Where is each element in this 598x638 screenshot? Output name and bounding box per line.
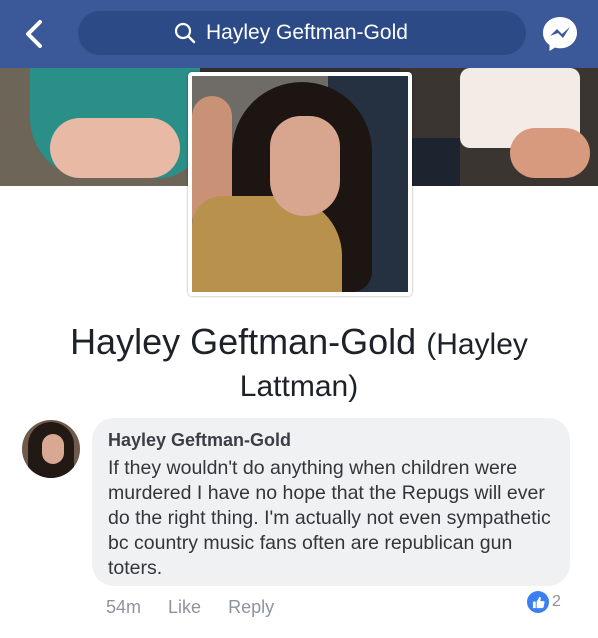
profile-name-block: Hayley Geftman-Gold (Hayley Lattman) <box>0 320 598 407</box>
search-bar[interactable]: Hayley Geftman-Gold <box>78 11 526 55</box>
search-text[interactable]: Hayley Geftman-Gold <box>206 21 408 45</box>
profile-name: Hayley Geftman-Gold <box>70 321 417 362</box>
profile-alternate-name: (Hayley <box>426 328 528 361</box>
like-button[interactable]: Like <box>168 597 201 617</box>
like-reaction-icon <box>527 591 549 613</box>
comment-actions: 54m Like Reply <box>106 597 296 618</box>
comment-author-avatar[interactable] <box>22 420 80 478</box>
comment-bubble: Hayley Geftman-Gold If they wouldn't do … <box>92 418 570 586</box>
profile-picture[interactable] <box>188 72 412 296</box>
comment-author-name[interactable]: Hayley Geftman-Gold <box>108 430 291 451</box>
top-navigation-bar: Hayley Geftman-Gold <box>0 0 598 68</box>
profile-photo <box>192 76 408 292</box>
reaction-summary[interactable]: 2 <box>527 591 561 613</box>
messenger-button[interactable] <box>540 13 580 53</box>
comment-text: If they wouldn't do anything when childr… <box>108 457 551 579</box>
search-icon <box>174 22 196 44</box>
back-arrow-icon <box>26 20 42 48</box>
reply-button[interactable]: Reply <box>228 597 274 617</box>
profile-alternate-name-continued: Lattman) <box>239 370 359 403</box>
back-button[interactable] <box>18 16 58 52</box>
messenger-icon <box>543 17 577 51</box>
reaction-count: 2 <box>552 593 561 610</box>
comment-timestamp: 54m <box>106 597 142 617</box>
